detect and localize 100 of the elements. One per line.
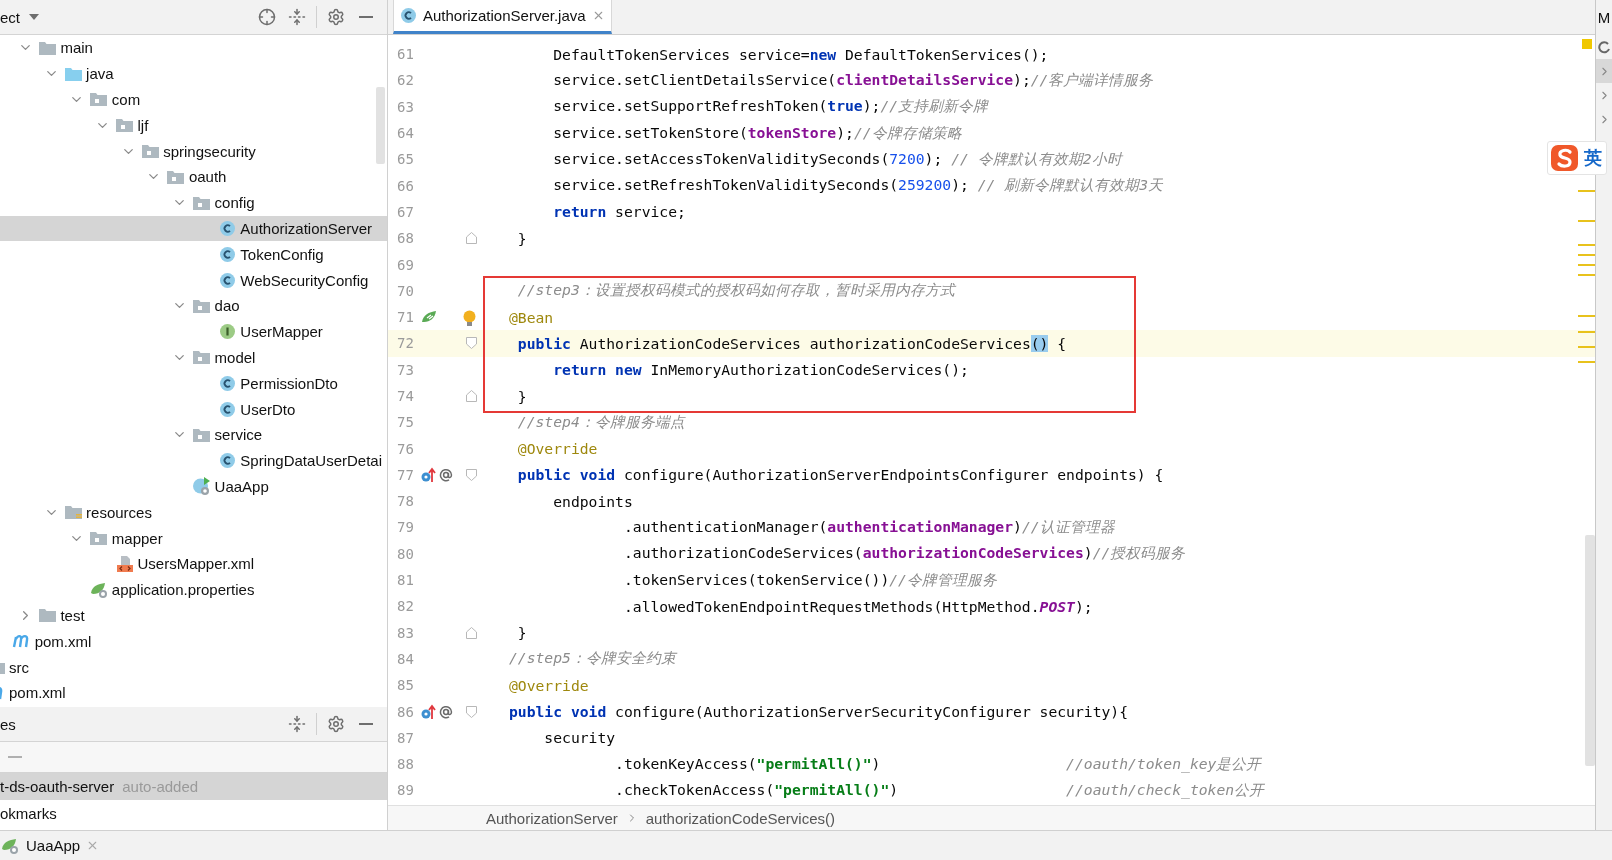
app-class-icon bbox=[191, 476, 212, 497]
code-line: return new InMemoryAuthorizationCodeServices(); bbox=[552, 361, 969, 379]
tree-item[interactable]: mapper bbox=[0, 525, 387, 551]
code-line: @Override bbox=[509, 676, 589, 694]
line-number: 66 bbox=[397, 177, 415, 194]
override-icon[interactable] bbox=[421, 466, 436, 483]
line-number: 68 bbox=[397, 230, 415, 247]
leaf-file-icon bbox=[88, 580, 109, 599]
minus-icon bbox=[359, 16, 373, 18]
line-number: 81 bbox=[397, 572, 415, 589]
package-icon bbox=[89, 91, 109, 108]
line-number: 65 bbox=[397, 151, 415, 168]
breadcrumb[interactable]: authorizationCodeServices() bbox=[645, 809, 835, 827]
line-number: 78 bbox=[397, 493, 415, 510]
tree-item[interactable]: model bbox=[0, 344, 387, 371]
code-line: .authenticationManager(authenticationManager)//认证管理器 bbox=[622, 518, 1115, 537]
panel-title[interactable]: ect bbox=[0, 8, 20, 26]
line-number: 79 bbox=[397, 519, 415, 536]
code-line: service.setClientDetailsService(clientDetailsService);//客户端详情服务 bbox=[552, 70, 1154, 90]
annotation-icon[interactable] bbox=[439, 704, 453, 719]
package-icon bbox=[192, 349, 212, 366]
code-line: service.setTokenStore(tokenStore);//令牌存储策略 bbox=[552, 123, 962, 143]
line-number: 71 bbox=[397, 309, 415, 326]
settings-icon bbox=[327, 715, 345, 733]
fold-marker-icon[interactable] bbox=[465, 626, 477, 639]
tree-item[interactable]: oauth bbox=[0, 164, 387, 190]
tree-item[interactable]: test bbox=[0, 602, 387, 629]
tree-item[interactable]: main bbox=[0, 35, 387, 61]
line-number: 88 bbox=[397, 756, 415, 773]
tree-item[interactable]: WebSecurityConfig bbox=[0, 267, 387, 293]
fold-marker-icon[interactable] bbox=[465, 390, 477, 402]
line-number: 72 bbox=[397, 335, 415, 352]
line-number: 61 bbox=[397, 46, 415, 63]
tree-item[interactable]: UaaApp bbox=[0, 473, 387, 500]
ime-logo-icon bbox=[1550, 143, 1580, 173]
tree-item[interactable]: AuthorizationServer bbox=[0, 215, 387, 242]
scrollbar-thumb[interactable] bbox=[376, 87, 385, 164]
package-icon bbox=[192, 194, 212, 211]
breadcrumb[interactable]: AuthorizationServer bbox=[486, 809, 618, 827]
tree-item[interactable]: PermissionDto bbox=[0, 370, 387, 397]
tree-item[interactable]: pom.xml bbox=[0, 679, 387, 706]
tree-item[interactable]: com bbox=[0, 86, 387, 113]
class-icon bbox=[218, 374, 236, 392]
line-number: 70 bbox=[397, 282, 415, 299]
package-icon bbox=[192, 426, 212, 443]
package-icon bbox=[192, 297, 212, 314]
collapse-icon bbox=[288, 8, 306, 26]
tree-item[interactable]: UserDto bbox=[0, 396, 387, 422]
tree-item[interactable]: application.properties bbox=[0, 576, 387, 603]
dropdown-caret-icon[interactable] bbox=[28, 13, 40, 21]
tree-item[interactable]: java bbox=[0, 60, 387, 87]
refresh-icon[interactable] bbox=[1598, 40, 1610, 54]
panel-title: es bbox=[0, 715, 16, 733]
tree-item[interactable]: config bbox=[0, 189, 387, 216]
code-line: service.setAccessTokenValiditySeconds(7200); // 令牌默认有效期2小时 bbox=[552, 149, 1122, 169]
tree-item[interactable]: UserMapper bbox=[0, 318, 387, 345]
line-number: 87 bbox=[397, 729, 415, 746]
annotation-icon[interactable] bbox=[439, 467, 453, 482]
fold-marker-icon[interactable] bbox=[465, 337, 477, 350]
tree-item[interactable]: pom.xml bbox=[0, 628, 387, 655]
line-number: 62 bbox=[397, 72, 415, 89]
tree-item[interactable]: src bbox=[0, 654, 387, 680]
package-icon bbox=[115, 117, 134, 134]
line-number: 77 bbox=[397, 466, 415, 483]
bean-icon[interactable] bbox=[421, 309, 438, 325]
code-line: .allowedTokenEndpointRequestMethods(HttpMethod.POST); bbox=[622, 597, 1093, 615]
side-tab[interactable]: M bbox=[1597, 0, 1611, 35]
run-tab[interactable]: UaaApp bbox=[0, 831, 108, 860]
interface-icon bbox=[218, 323, 236, 341]
tree-item[interactable]: service bbox=[0, 421, 387, 448]
line-number: 76 bbox=[397, 440, 415, 457]
code-line: public void configure(AuthorizationServerEndpointsConfigurer endpoints) { bbox=[516, 466, 1164, 484]
code-line: .tokenServices(tokenService())//令牌管理服务 bbox=[622, 570, 997, 590]
override-icon[interactable] bbox=[421, 703, 436, 720]
tree-item[interactable]: ljf bbox=[0, 112, 387, 139]
editor-tab[interactable]: AuthorizationServer.java bbox=[393, 0, 612, 34]
code-line: @Override bbox=[516, 440, 598, 458]
tree-item[interactable]: UsersMapper.xml bbox=[0, 550, 387, 577]
fold-marker-icon[interactable] bbox=[465, 232, 477, 245]
ime-toolbar[interactable]: 英 bbox=[1547, 141, 1607, 175]
line-number: 75 bbox=[397, 414, 415, 431]
code-line: DefaultTokenServices service=new DefaultTokenServices(); bbox=[552, 45, 1049, 63]
line-number: 73 bbox=[397, 361, 415, 378]
line-number: 69 bbox=[397, 256, 415, 273]
tree-item[interactable]: dao bbox=[0, 292, 387, 319]
code-line: public AuthorizationCodeServices authorizationCodeServices() { bbox=[516, 334, 1067, 352]
tree-item[interactable]: springsecurity bbox=[0, 138, 387, 164]
tree-item[interactable]: resources bbox=[0, 499, 387, 526]
scrollbar-thumb[interactable] bbox=[1585, 535, 1595, 766]
class-icon bbox=[218, 219, 236, 237]
crosshair-icon bbox=[258, 8, 276, 26]
code-line: .checkTokenAccess("permitAll()") //oauth/check_token公开 bbox=[614, 780, 1265, 800]
code-line: } bbox=[516, 229, 527, 247]
fold-marker-icon[interactable] bbox=[465, 468, 477, 481]
line-number: 82 bbox=[397, 598, 415, 615]
tool-window-row[interactable]: t-ds-oauth-server auto-added bbox=[0, 773, 387, 800]
tree-item[interactable]: TokenConfig bbox=[0, 241, 387, 268]
lightbulb-icon[interactable] bbox=[463, 309, 476, 327]
fold-marker-icon[interactable] bbox=[465, 705, 477, 718]
tree-item[interactable]: SpringDataUserDetai bbox=[0, 447, 387, 474]
